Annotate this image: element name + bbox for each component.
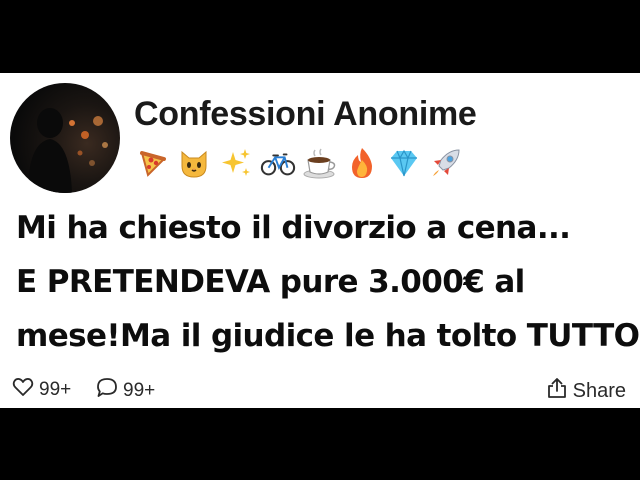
like-count: 99+ (39, 379, 72, 400)
bicycle-icon (260, 145, 296, 181)
cat-face-icon (176, 145, 212, 181)
post-actions: 99+ 99+ Share (0, 373, 640, 407)
share-icon (546, 377, 568, 405)
emoji-row (134, 143, 464, 183)
screen: Confessioni Anonime Mi ha chiesto il div… (0, 0, 640, 480)
share-label: Share (572, 379, 626, 402)
comment-icon (96, 377, 118, 405)
post-text-line: E PRETENDEVA pure 3.000€ al (16, 264, 525, 300)
post-text: Mi ha chiesto il divorzio a cena... E PR… (16, 201, 640, 363)
post-text-line: Mi ha chiesto il divorzio a cena... (16, 210, 571, 246)
avatar[interactable] (10, 83, 120, 193)
account-name[interactable]: Confessioni Anonime (134, 95, 477, 134)
pizza-icon (134, 145, 170, 181)
fire-icon (344, 145, 380, 181)
hot-beverage-icon (302, 145, 338, 181)
rocket-icon (428, 145, 464, 181)
comment-count: 99+ (123, 380, 156, 401)
heart-icon (12, 377, 34, 403)
gem-icon (386, 145, 422, 181)
share-button[interactable]: Share (546, 377, 626, 405)
comment-button[interactable]: 99+ (96, 377, 155, 405)
post-card: Confessioni Anonime Mi ha chiesto il div… (0, 73, 640, 408)
like-button[interactable]: 99+ (12, 377, 71, 403)
sparkles-icon (218, 145, 254, 181)
post-text-line: mese!Ma il giudice le ha tolto TUTTO (16, 318, 640, 354)
